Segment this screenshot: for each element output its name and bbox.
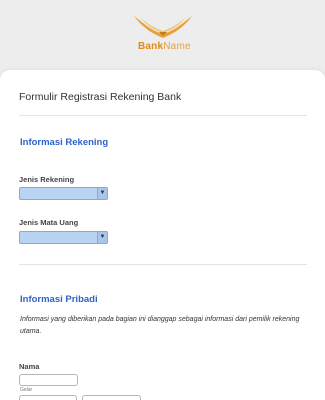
bank-name: BankName [138, 41, 191, 52]
section-divider [19, 264, 307, 265]
last-name-input[interactable] [82, 395, 141, 400]
bank-name-part1: Bank [138, 41, 164, 52]
currency-type-select[interactable]: ▼ [19, 231, 108, 244]
section-description: Informasi yang diberikan pada bagian ini… [20, 316, 300, 335]
bird-wings-icon [134, 16, 192, 38]
title-input[interactable] [19, 374, 78, 386]
name-label: Nama [19, 362, 40, 371]
bank-name-part2: Name [163, 41, 191, 52]
title-divider [19, 115, 307, 116]
bank-logo: BankName [130, 14, 194, 56]
title-sublabel: Gelar [20, 387, 33, 393]
currency-type-label: Jenis Mata Uang [19, 218, 79, 227]
form-title: Formulir Registrasi Rekening Bank [19, 91, 182, 103]
account-type-label: Jenis Rekening [19, 175, 75, 184]
chevron-down-icon[interactable]: ▼ [97, 232, 107, 243]
section-title-account: Informasi Rekening [20, 137, 109, 148]
account-type-select[interactable]: ▼ [19, 187, 108, 200]
chevron-down-icon[interactable]: ▼ [97, 188, 107, 199]
first-name-input[interactable] [19, 395, 77, 400]
section-title-personal: Informasi Pribadi [20, 294, 98, 305]
